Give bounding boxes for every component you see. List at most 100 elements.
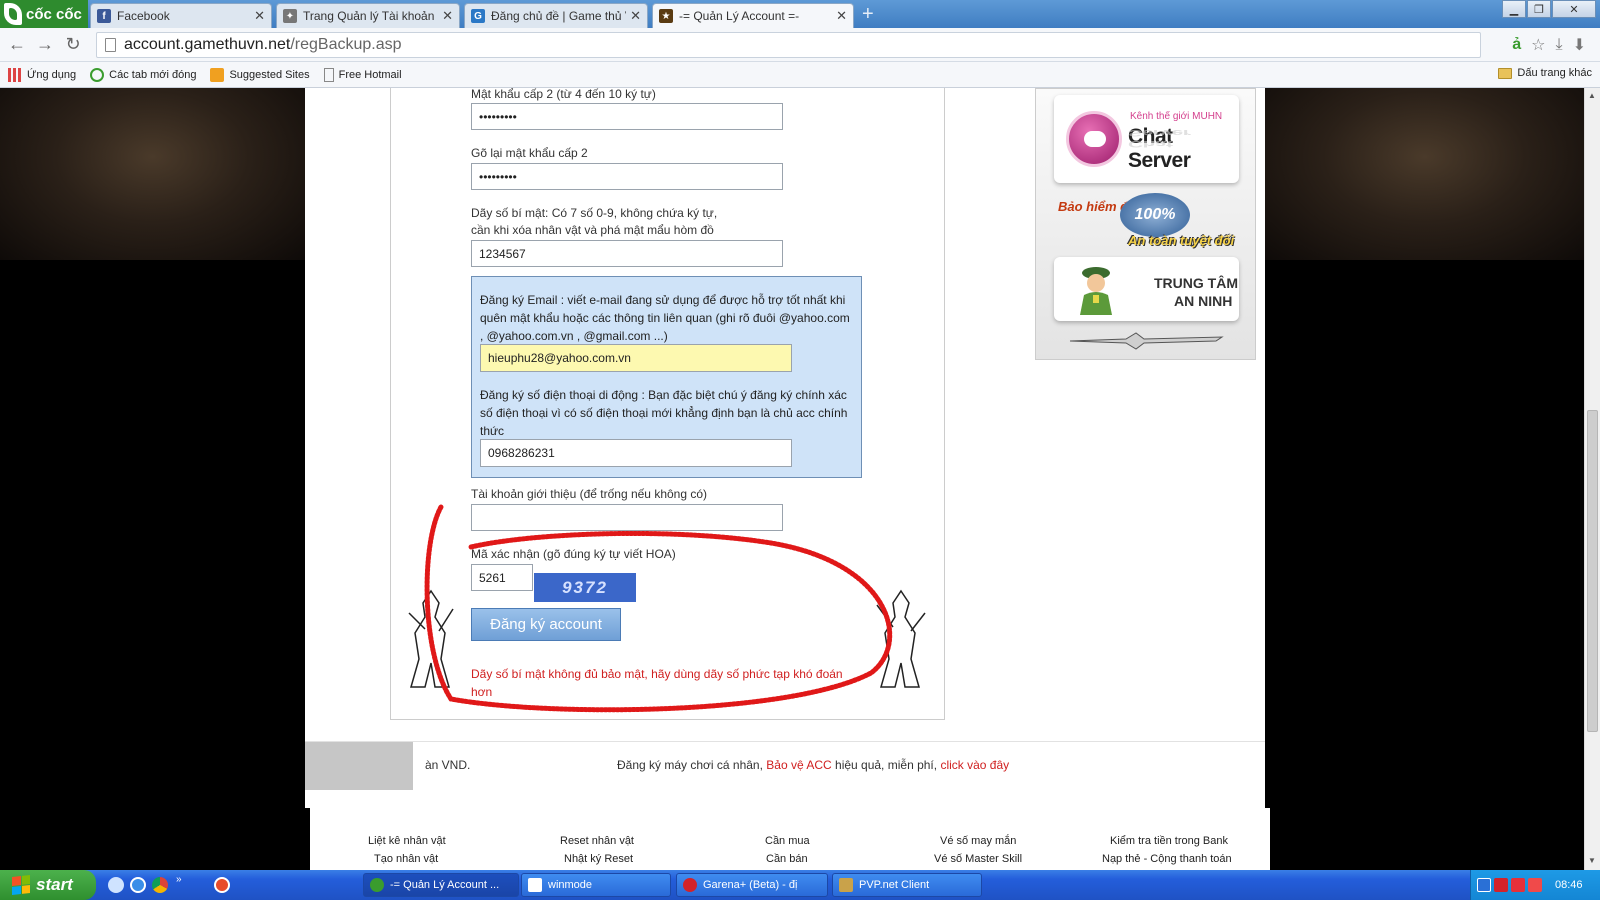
email-instructions: Đăng ký Email : viết e-mail đang sử dụng… [480,293,850,343]
address-bar[interactable]: account.gamethuvn.net/regBackup.asp [96,32,1481,58]
new-tab-button[interactable]: + [862,3,874,25]
url-path: /regBackup.asp [290,36,402,53]
register-account-button[interactable]: Đăng ký account [471,608,621,641]
footer-link-top-up[interactable]: Nạp thẻ - Cộng thanh toán [1102,853,1232,865]
footer-link-reset-log[interactable]: Nhật ký Reset [564,853,633,865]
regbar-prefix: Đăng ký máy chơi cá nhân, [617,758,763,772]
footer-link-check-bank[interactable]: Kiểm tra tiền trong Bank [1110,835,1228,847]
start-button[interactable]: start [0,870,96,900]
tab-facebook[interactable]: f Facebook ✕ [90,3,272,28]
page-icon [105,38,116,52]
coccoc-assistant-icon[interactable]: ả [1512,36,1521,54]
footer-link-reset-character[interactable]: Reset nhân vật [560,835,634,847]
close-icon[interactable]: ✕ [254,8,265,24]
task-account-browser[interactable]: -= Quản Lý Account ... [363,873,519,897]
background-art-left [0,88,305,260]
more-quicklaunch-icon[interactable]: » [176,874,186,885]
footer-link-list-characters[interactable]: Liệt kê nhân vật [368,835,446,847]
coccoc-taskbar-icon[interactable] [214,877,230,893]
coccoc-leaf-icon [4,3,22,25]
secret-label-line1: Dãy số bí mật: Có 7 số 0-9, không chứa k… [471,206,718,220]
close-icon[interactable]: ✕ [836,8,847,24]
regbar-vnd-text: àn VND. [425,758,471,772]
warrior-left-illustration [408,589,454,688]
task-winmode[interactable]: winmode [521,873,671,897]
task-garena[interactable]: Garena+ (Beta) - đị [676,873,828,897]
forward-icon[interactable]: → [34,34,56,55]
contact-info-panel: Đăng ký Email : viết e-mail đang sử dụng… [471,276,862,478]
reload-icon[interactable]: ↻ [62,34,84,55]
window-close-button[interactable]: ✕ [1552,0,1596,18]
bookmark-apps[interactable]: Ứng dụng [8,67,76,82]
start-label: start [36,875,73,894]
security-warning: Dãy số bí mật không đủ bảo mật, hãy dùng… [471,667,843,699]
tab-account-register[interactable]: ★ -= Quản Lý Account =- ✕ [652,3,854,28]
registration-form: Mật khẩu cấp 2 (từ 4 đến 10 ký tự) •••••… [390,88,945,720]
bookmark-suggested-sites[interactable]: Suggested Sites [210,67,310,82]
footer-links: Liệt kê nhân vật Reset nhân vật Cần mua … [310,808,1270,870]
scroll-down-icon[interactable]: ▼ [1588,856,1596,865]
chat-server-banner[interactable]: Kênh thế giới MUHN Chat Server Chat Serv… [1054,95,1239,183]
task-label: -= Quản Lý Account ... [390,879,500,891]
scroll-up-icon[interactable]: ▲ [1588,91,1596,100]
task-label: PVP.net Client [859,879,930,891]
bookmark-label: Suggested Sites [229,68,310,81]
downloads-icon[interactable]: ⬇ [1573,35,1586,55]
garena-icon [683,878,697,892]
maximize-button[interactable]: ❐ [1527,0,1551,18]
page-viewport: Mật khẩu cấp 2 (từ 4 đến 10 ký tự) •••••… [0,88,1584,870]
vertical-scrollbar[interactable]: ▲ ▼ [1584,88,1600,870]
footer-link-create-character[interactable]: Tạo nhân vật [374,853,438,865]
footer-link-lucky-lottery[interactable]: Vé số may mắn [940,835,1016,847]
scrollbar-thumb[interactable] [1587,410,1598,732]
bookmark-label: Các tab mới đóng [109,68,197,81]
bookmark-free-hotmail[interactable]: Free Hotmail [323,67,402,82]
apps-grid-icon [8,67,22,82]
task-pvp-client[interactable]: PVP.net Client [832,873,982,897]
captcha-image: 9372 [534,573,636,602]
footer-link-master-skill-lottery[interactable]: Vé số Master Skill [934,853,1022,865]
captcha-input[interactable]: 5261 [471,564,533,591]
footer-link-want-to-sell[interactable]: Cần bán [766,853,808,865]
pw2-confirm-input[interactable]: ••••••••• [471,163,783,190]
tab-account-manager[interactable]: ✦ Trang Quản lý Tài khoản - M ✕ [276,3,460,28]
referral-input[interactable] [471,504,783,531]
antivirus-tray-icon[interactable] [1511,878,1525,892]
other-bookmarks[interactable]: Dấu trang khác [1498,67,1592,79]
back-icon[interactable]: ← [6,34,28,55]
tray-arrow-icon[interactable] [1477,878,1491,892]
minimize-button[interactable]: ▁ [1502,0,1526,18]
chat-bubble-icon [1066,111,1122,167]
bookmark-star-icon[interactable]: ☆ [1531,35,1545,55]
background-art-right [1265,88,1584,260]
item-insurance-banner[interactable]: Bảo hiểm đồ 100% An toàn tuyệt đối [1058,187,1238,255]
chrome-icon[interactable] [152,877,168,893]
secret-number-input[interactable]: 1234567 [471,240,783,267]
internet-explorer-icon[interactable] [130,877,146,893]
logo-text: cốc cốc [26,5,82,23]
coccoc-logo[interactable]: cốc cốc [0,0,88,28]
close-icon[interactable]: ✕ [630,8,641,24]
pw2-input[interactable]: ••••••••• [471,103,783,130]
tab-post-topic[interactable]: G Đăng chủ đề | Game thủ Việt ✕ [464,3,648,28]
protect-acc-link[interactable]: Bảo vệ ACC [766,758,831,772]
pw2-confirm-label: Gõ lại mật khẩu cấp 2 [471,146,588,160]
unikey-tray-icon[interactable] [1528,878,1542,892]
show-desktop-icon[interactable] [108,877,124,893]
phone-input[interactable]: 0968286231 [480,439,792,467]
email-input[interactable]: hieuphu28@yahoo.com.vn [480,344,792,372]
garena-tray-icon[interactable] [1494,878,1508,892]
regbar-left-block [305,742,413,790]
insurance-subtitle: An toàn tuyệt đối [1128,233,1235,248]
close-icon[interactable]: ✕ [442,8,453,24]
bookmark-recent-tabs[interactable]: Các tab mới đóng [90,67,197,82]
chat-channel-label: Kênh thế giới MUHN [1130,111,1223,122]
download-icon[interactable]: ⤓ [1556,36,1563,54]
security-center-banner[interactable]: TRUNG TÂM AN NINH [1054,257,1239,321]
task-label: Garena+ (Beta) - đị [703,879,798,891]
tab-title: Trang Quản lý Tài khoản - M [303,9,438,23]
security-title-line2: AN NINH [1174,293,1233,309]
click-here-link[interactable]: click vào đây [940,758,1009,772]
page-icon [323,67,334,82]
footer-link-want-to-buy[interactable]: Cần mua [765,835,810,847]
